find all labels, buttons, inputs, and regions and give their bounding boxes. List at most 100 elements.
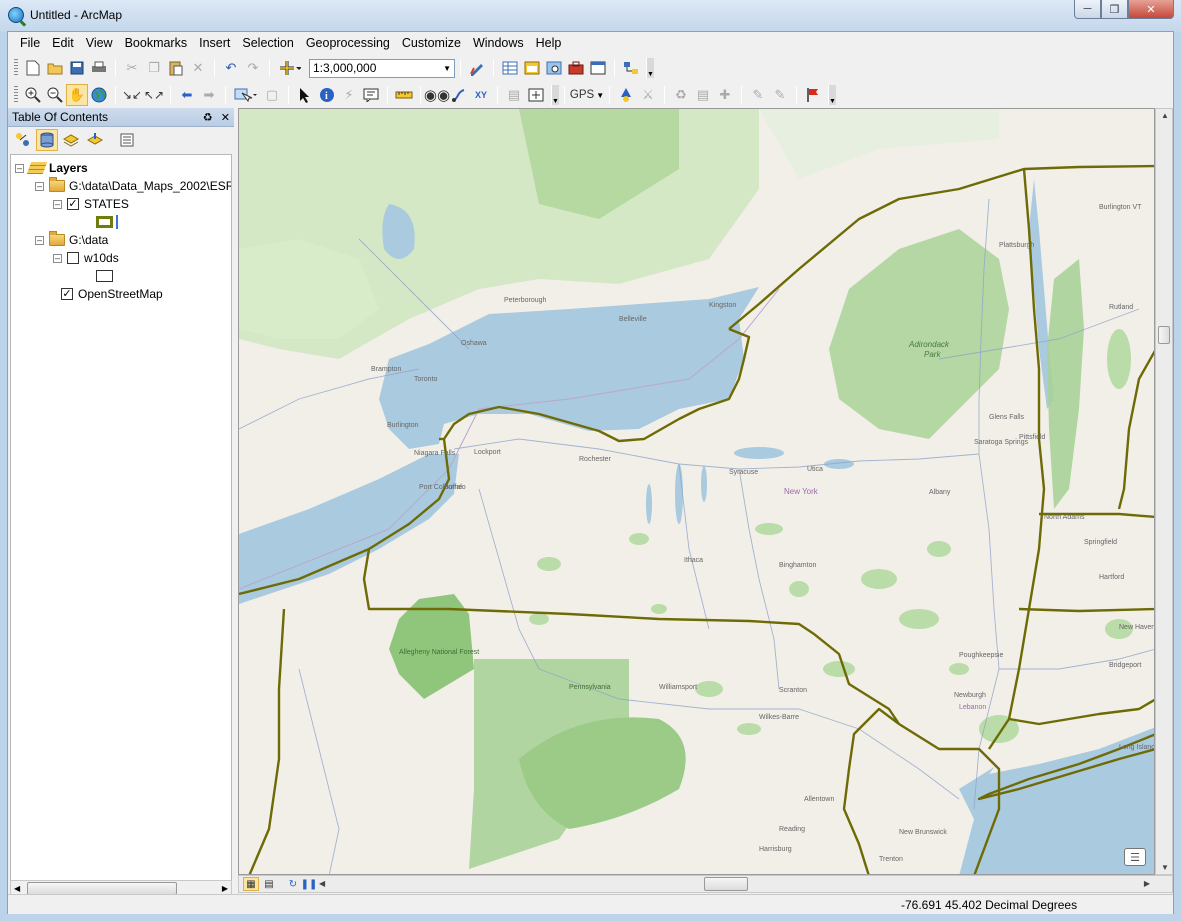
scroll-left-icon[interactable]: ◀ — [14, 884, 20, 893]
fixed-zoom-in-icon[interactable]: ↘↙ — [121, 84, 143, 106]
draw-tool-2-icon[interactable]: ✎ — [769, 84, 791, 106]
cut-icon[interactable]: ✂ — [121, 57, 143, 79]
map-scale-dropdown[interactable]: 1:3,000,000 ▼ — [309, 58, 455, 78]
python-window-icon[interactable] — [587, 57, 609, 79]
print-icon[interactable] — [88, 57, 110, 79]
pause-drawing-icon[interactable]: ❚❚ — [301, 877, 318, 891]
data-source-row[interactable]: – G:\data\Data_Maps_2002\ESRI — [35, 177, 231, 195]
layout-view-icon[interactable]: ▤ — [261, 877, 277, 891]
copy-icon[interactable]: ❐ — [143, 57, 165, 79]
toolbar-options-chevron[interactable]: ▼ — [551, 85, 559, 105]
layer-symbol-states[interactable] — [96, 213, 118, 231]
layer-visibility-checkbox[interactable] — [67, 252, 79, 264]
forward-extent-icon[interactable]: ➡ — [198, 84, 220, 106]
map-vertical-scrollbar[interactable]: ▲ ▼ — [1155, 108, 1173, 875]
list-by-visibility-icon[interactable] — [60, 129, 82, 151]
find-route-icon[interactable] — [448, 84, 470, 106]
legend-overlay-icon[interactable]: ☰ — [1124, 848, 1146, 866]
search-window-icon[interactable] — [543, 57, 565, 79]
flag-icon[interactable] — [802, 84, 824, 106]
georef-tool-2-icon[interactable]: ▤ — [692, 84, 714, 106]
toolbar-grip[interactable] — [14, 86, 18, 104]
layer-visibility-checkbox[interactable]: ✓ — [61, 288, 73, 300]
menu-geoprocessing[interactable]: Geoprocessing — [300, 32, 396, 54]
polygon-symbol-swatch[interactable] — [96, 270, 113, 282]
select-features-icon[interactable] — [231, 84, 261, 106]
new-document-icon[interactable] — [22, 57, 44, 79]
table-window-icon[interactable] — [499, 57, 521, 79]
polygon-symbol-swatch[interactable] — [96, 216, 113, 228]
toolbar-options-chevron[interactable]: ▼ — [646, 58, 654, 78]
georef-tool-1-icon[interactable]: ♻ — [670, 84, 692, 106]
draw-tool-1-icon[interactable]: ✎ — [747, 84, 769, 106]
open-time-slider-icon[interactable]: ▤ — [503, 84, 525, 106]
layer-row-w10ds[interactable]: – w10ds — [53, 249, 119, 267]
back-extent-icon[interactable]: ⬅ — [176, 84, 198, 106]
menu-insert[interactable]: Insert — [193, 32, 236, 54]
menu-file[interactable]: File — [14, 32, 46, 54]
layer-row-openstreetmap[interactable]: ✓ OpenStreetMap — [61, 285, 163, 303]
scroll-left-icon[interactable]: ◀ — [319, 879, 325, 888]
delete-icon[interactable]: ✕ — [187, 57, 209, 79]
zoom-out-icon[interactable] — [44, 84, 66, 106]
data-source-row[interactable]: – G:\data — [35, 231, 108, 249]
toc-options-icon[interactable] — [116, 129, 138, 151]
gps-menu[interactable]: GPS ▼ — [570, 84, 604, 106]
map-display[interactable]: Adirondack Park New York Rochester Syrac… — [238, 108, 1155, 875]
find-binoculars-icon[interactable]: ◉◉ — [424, 84, 450, 106]
layers-root-row[interactable]: – Layers — [15, 159, 88, 177]
go-to-xy-icon[interactable]: XY — [470, 84, 492, 106]
list-by-selection-icon[interactable] — [84, 129, 106, 151]
pan-hand-icon[interactable]: ✋ — [66, 84, 88, 106]
list-by-source-icon[interactable] — [36, 129, 58, 151]
toolbar-options-chevron[interactable]: ▼ — [828, 85, 836, 105]
scrollbar-thumb[interactable] — [1158, 326, 1170, 344]
collapse-icon[interactable]: – — [53, 199, 62, 209]
fixed-zoom-out-icon[interactable]: ↖↗ — [143, 84, 165, 106]
list-by-drawing-order-icon[interactable] — [12, 129, 34, 151]
gps-position-icon[interactable]: ⚔ — [637, 84, 659, 106]
scroll-down-icon[interactable]: ▼ — [1161, 863, 1169, 872]
menu-bookmarks[interactable]: Bookmarks — [119, 32, 194, 54]
maximize-button[interactable]: ❐ — [1101, 0, 1128, 19]
paste-icon[interactable] — [165, 57, 187, 79]
layer-visibility-checkbox[interactable]: ✓ — [67, 198, 79, 210]
collapse-icon[interactable]: – — [35, 181, 44, 191]
menu-customize[interactable]: Customize — [396, 32, 467, 54]
menu-help[interactable]: Help — [530, 32, 568, 54]
scrollbar-thumb[interactable] — [704, 877, 748, 891]
menu-selection[interactable]: Selection — [236, 32, 299, 54]
pin-icon[interactable]: ♻ — [203, 111, 213, 124]
menu-view[interactable]: View — [80, 32, 119, 54]
arctoolbox-icon[interactable] — [565, 57, 587, 79]
open-folder-icon[interactable] — [44, 57, 66, 79]
collapse-icon[interactable]: – — [53, 253, 62, 263]
collapse-icon[interactable]: – — [15, 163, 24, 173]
scroll-up-icon[interactable]: ▲ — [1161, 111, 1169, 120]
measure-icon[interactable] — [393, 84, 415, 106]
gps-connect-icon[interactable] — [615, 84, 637, 106]
close-button[interactable]: ✕ — [1128, 0, 1174, 19]
toc-close-icon[interactable]: ✕ — [221, 111, 230, 124]
toolbar-grip[interactable] — [14, 59, 18, 77]
catalog-window-icon[interactable] — [521, 57, 543, 79]
menu-windows[interactable]: Windows — [467, 32, 530, 54]
undo-icon[interactable]: ↶ — [220, 57, 242, 79]
scroll-right-icon[interactable]: ▶ — [222, 884, 228, 893]
model-builder-icon[interactable] — [620, 57, 642, 79]
editor-toolbar-icon[interactable] — [466, 57, 488, 79]
full-extent-globe-icon[interactable] — [88, 84, 110, 106]
select-elements-arrow-icon[interactable] — [294, 84, 316, 106]
menu-edit[interactable]: Edit — [46, 32, 80, 54]
georef-tool-3-icon[interactable]: ✚ — [714, 84, 736, 106]
add-data-icon[interactable] — [275, 57, 305, 79]
hyperlink-icon[interactable]: ⚡ — [338, 84, 360, 106]
data-view-icon[interactable]: ▦ — [243, 877, 259, 891]
redo-icon[interactable]: ↷ — [242, 57, 264, 79]
clear-selection-icon[interactable]: ▢ — [261, 84, 283, 106]
create-viewer-window-icon[interactable] — [525, 84, 547, 106]
scroll-right-icon[interactable]: ▶ — [1144, 879, 1150, 888]
layer-symbol-w10ds[interactable] — [96, 267, 113, 285]
save-icon[interactable] — [66, 57, 88, 79]
identify-icon[interactable]: i — [316, 84, 338, 106]
